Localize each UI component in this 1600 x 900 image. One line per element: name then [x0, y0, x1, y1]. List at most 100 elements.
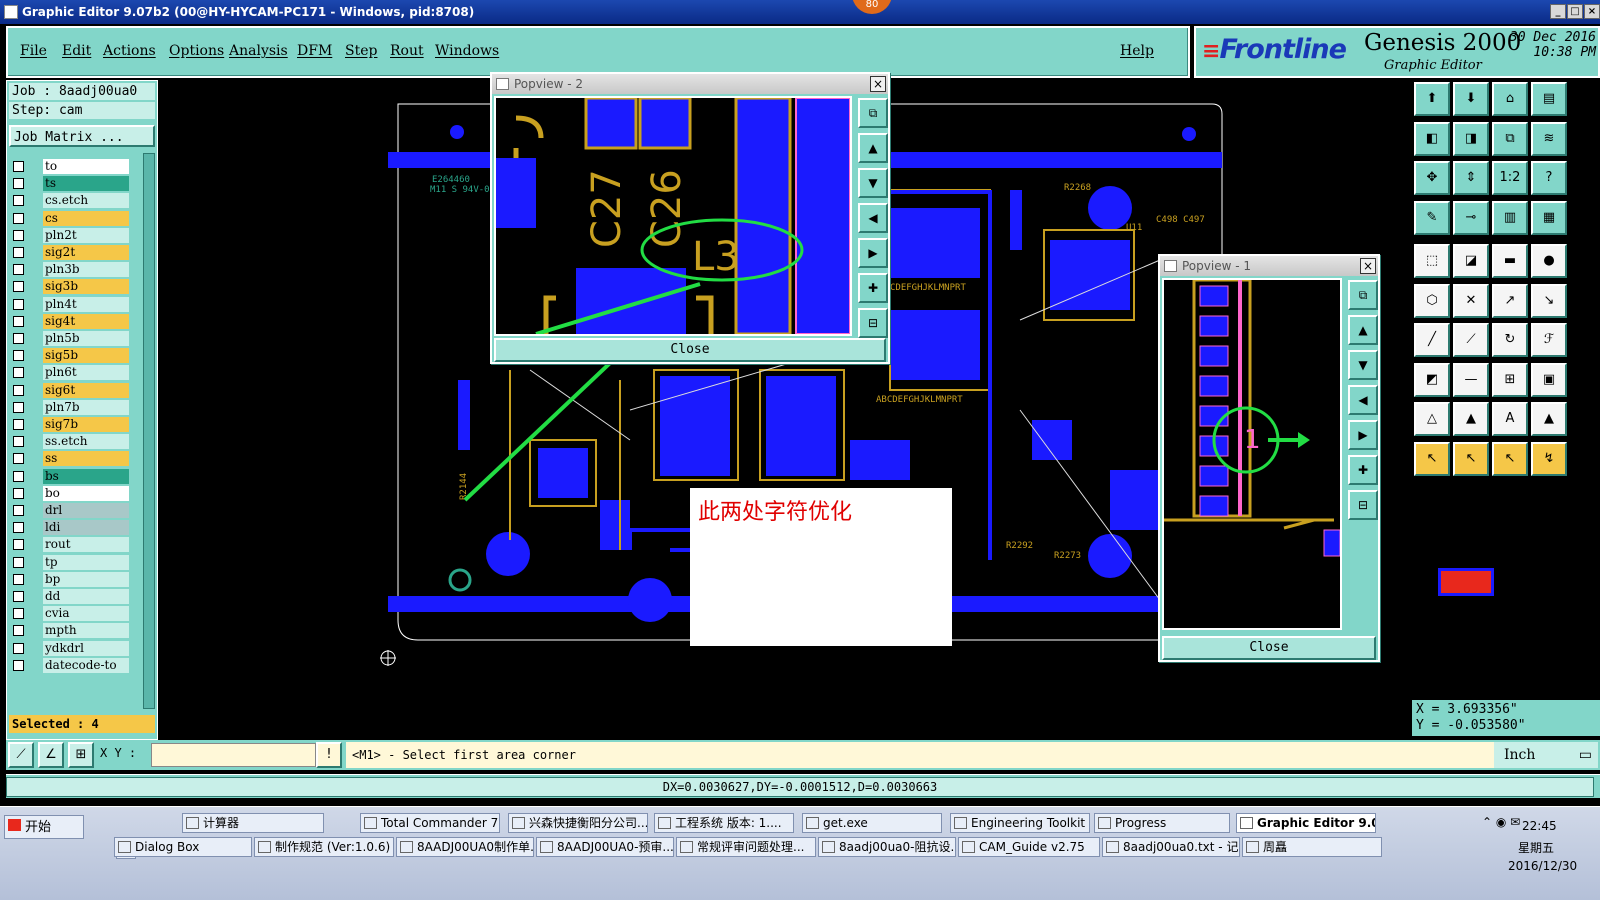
popview-left-icon[interactable]: ◀ — [858, 203, 888, 233]
layer-row[interactable]: pln3b — [13, 262, 133, 278]
layer-row[interactable]: sig5b — [13, 348, 133, 364]
taskbar-button[interactable]: 计算器 — [182, 813, 324, 833]
layer-checkbox[interactable] — [13, 195, 24, 207]
layer-row[interactable]: ss.etch — [13, 434, 133, 450]
popview-fit-icon[interactable]: ⧉ — [858, 98, 888, 128]
taskbar-button[interactable]: Dialog Box — [114, 837, 252, 857]
box-icon[interactable]: ◩ — [1414, 362, 1450, 397]
layer-row[interactable]: sig7b — [13, 417, 133, 432]
layer-checkbox[interactable] — [13, 470, 24, 482]
drc-icon[interactable]: ◪ — [1453, 244, 1489, 278]
taskbar-button[interactable]: 兴森快捷衡阳分公司... — [508, 813, 648, 833]
popview-2-view[interactable]: C27 C26 L3 — [494, 96, 852, 336]
left-icon[interactable]: ◧ — [1414, 121, 1450, 156]
cross-icon[interactable]: ✕ — [1453, 283, 1489, 318]
taskbar-button[interactable]: 8aadj00ua0.txt - 记... — [1102, 837, 1240, 857]
layer-row[interactable]: pln5b — [13, 331, 133, 346]
popview-2-close-button[interactable]: Close — [494, 338, 886, 362]
menu-help[interactable]: Help — [1120, 43, 1154, 59]
popview-2-close-x[interactable]: × — [870, 76, 886, 92]
dash-icon[interactable]: — — [1453, 362, 1489, 397]
measure-icon[interactable]: ∠ — [38, 742, 64, 768]
layer-checkbox[interactable] — [13, 161, 24, 172]
layer-checkbox[interactable] — [13, 419, 24, 430]
layer-checkbox[interactable] — [13, 487, 24, 499]
tri2-icon[interactable]: ▲ — [1531, 402, 1567, 436]
pan-icon[interactable]: ✥ — [1414, 161, 1450, 195]
layer-row[interactable]: ss — [13, 451, 133, 467]
popview-zoom-out-icon[interactable]: ⊟ — [1348, 490, 1378, 520]
layer-row[interactable]: bo — [13, 485, 133, 501]
layer-checkbox[interactable] — [13, 367, 24, 379]
layer-checkbox[interactable] — [13, 315, 24, 327]
diag-icon[interactable]: ⟋ — [1453, 323, 1489, 357]
layer-row[interactable]: rout — [13, 537, 133, 553]
layer-checkbox[interactable] — [13, 522, 24, 534]
grid-icon[interactable]: ▥ — [1492, 200, 1528, 235]
pointer3-icon[interactable]: ↖ — [1492, 441, 1528, 476]
pointer2-icon[interactable]: ↖ — [1453, 441, 1489, 476]
alert-icon[interactable]: ! — [316, 742, 342, 768]
popview-fit-icon[interactable]: ⧉ — [1348, 280, 1378, 310]
font-icon[interactable]: ℱ — [1531, 323, 1567, 357]
layer-row[interactable]: drl — [13, 503, 133, 518]
menu-dfm[interactable]: DFM — [297, 43, 332, 59]
layer-row[interactable]: bp — [13, 571, 133, 587]
home-icon[interactable]: ⌂ — [1492, 82, 1528, 116]
popview-1-close-x[interactable]: × — [1360, 258, 1376, 274]
layer-row[interactable]: sig4t — [13, 313, 133, 329]
layer-checkbox[interactable] — [13, 659, 24, 671]
menu-rout[interactable]: Rout — [390, 43, 424, 59]
line-icon[interactable]: ╱ — [1414, 323, 1450, 357]
popview-down-icon[interactable]: ▼ — [858, 168, 888, 198]
menu-edit[interactable]: Edit — [62, 43, 91, 59]
layer-checkbox[interactable] — [13, 229, 24, 241]
layer-row[interactable]: tp — [13, 554, 133, 570]
taskbar-button[interactable]: 工程系统 版本: 1.... — [654, 813, 794, 833]
layer-row[interactable]: sig2t — [13, 245, 133, 260]
layer-checkbox[interactable] — [13, 573, 24, 585]
layer-row[interactable]: mpth — [13, 623, 133, 639]
menu-step[interactable]: Step — [345, 43, 377, 59]
layer-row[interactable]: dd — [13, 589, 133, 604]
layer-checkbox[interactable] — [13, 608, 24, 620]
taskbar-button[interactable]: 制作规范 (Ver:1.0.6) — [254, 837, 394, 857]
taskbar-button[interactable]: 周矗 — [1242, 837, 1382, 857]
tri-fill-icon[interactable]: ▲ — [1453, 402, 1489, 436]
arrow-ne-icon[interactable]: ↗ — [1492, 283, 1528, 318]
taskbar-button[interactable]: get.exe — [802, 813, 942, 833]
layer-checkbox[interactable] — [13, 436, 24, 448]
snap-icon[interactable]: ⟋ — [8, 742, 34, 768]
taskbar-button[interactable]: 常规评审问题处理... — [676, 837, 816, 857]
menu-file[interactable]: File — [20, 43, 47, 59]
layer-row[interactable]: pln7b — [13, 399, 133, 415]
layout-icon[interactable]: ▤ — [1531, 82, 1567, 116]
popview-down-icon[interactable]: ▼ — [1348, 350, 1378, 380]
maximize-button[interactable]: □ — [1567, 4, 1583, 19]
layer-checkbox[interactable] — [13, 556, 24, 568]
popview-up-icon[interactable]: ▲ — [1348, 315, 1378, 345]
layer-checkbox[interactable] — [13, 212, 24, 224]
grid-icon[interactable]: ⊞ — [68, 742, 94, 768]
menu-options[interactable]: Options — [169, 43, 224, 59]
layer-checkbox[interactable] — [13, 247, 24, 258]
taskbar-button[interactable]: Graphic Editor 9.07... — [1236, 813, 1376, 833]
rotate-icon[interactable]: ↻ — [1492, 323, 1528, 357]
dot-icon[interactable]: ● — [1531, 244, 1567, 278]
layer-checkbox[interactable] — [13, 505, 24, 516]
taskbar-button[interactable]: Engineering Toolkit 9.... — [950, 813, 1090, 833]
move-up-icon[interactable]: ⬆ — [1414, 82, 1450, 116]
split-icon[interactable]: ⧉ — [1492, 121, 1528, 156]
menu-windows[interactable]: Windows — [435, 43, 499, 59]
layer-row[interactable]: pln4t — [13, 296, 133, 312]
xy-input[interactable] — [151, 743, 316, 767]
layer-checkbox[interactable] — [13, 264, 24, 276]
layer-checkbox[interactable] — [13, 298, 24, 310]
menu-analysis[interactable]: Analysis — [229, 43, 288, 59]
lightning-icon[interactable]: ↯ — [1531, 441, 1567, 476]
menu-actions[interactable]: Actions — [103, 43, 156, 59]
layer-row[interactable]: cs.etch — [13, 193, 133, 209]
layer-checkbox[interactable] — [13, 178, 24, 190]
layer-row[interactable]: pln2t — [13, 227, 133, 243]
popview-right-icon[interactable]: ▶ — [858, 238, 888, 268]
